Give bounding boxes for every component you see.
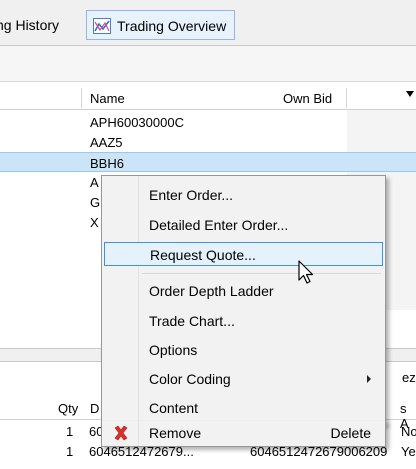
grid-header: Name Own Bid — [0, 86, 416, 110]
column-header-own-bid[interactable]: Own Bid — [283, 91, 332, 106]
menu-item-label: Remove — [149, 425, 202, 441]
context-menu-lower: Remove Delete — [101, 421, 386, 447]
menu-item-options[interactable]: Options — [104, 338, 383, 362]
tab-label: ng History — [0, 17, 60, 33]
menu-item-label: Trade Chart... — [149, 313, 235, 329]
tab-bar: ng History Trading Overview — [0, 0, 416, 46]
qty-cell: 1 — [66, 444, 74, 459]
submenu-arrow-icon — [367, 375, 371, 383]
menu-item-label: Color Coding — [149, 371, 231, 387]
menu-item-label: Content — [149, 400, 199, 416]
menu-item-label: Order Depth Ladder — [149, 283, 274, 299]
column-separator — [81, 88, 82, 108]
flag-cell: No — [401, 424, 416, 439]
instrument-name: X — [90, 215, 99, 230]
menu-item-order-depth-ladder[interactable]: Order Depth Ladder — [104, 279, 383, 303]
menu-item-color-coding[interactable]: Color Coding — [104, 367, 383, 391]
instrument-name: APH60030000C — [90, 115, 184, 130]
column-separator — [346, 88, 347, 108]
menu-item-remove[interactable]: Remove Delete — [104, 421, 383, 445]
context-menu: Enter Order... Detailed Enter Order... R… — [101, 175, 386, 425]
menu-item-shortcut: Delete — [330, 425, 371, 441]
menu-separator — [142, 273, 381, 274]
remove-x-icon — [114, 425, 128, 441]
menu-item-content[interactable]: Content — [104, 396, 383, 420]
menu-item-trade-chart[interactable]: Trade Chart... — [104, 309, 383, 333]
column-header-qty[interactable]: Qty — [58, 401, 78, 416]
menu-item-label: Detailed Enter Order... — [149, 217, 289, 233]
menu-item-request-quote[interactable]: Request Quote... — [104, 242, 383, 266]
flag-cell: Yes — [401, 444, 416, 459]
tab-trading-overview[interactable]: Trading Overview — [86, 10, 236, 40]
table-row[interactable]: AAZ5 — [0, 132, 416, 152]
instrument-name: AAZ5 — [90, 135, 123, 150]
tab-trading-history[interactable]: ng History — [0, 10, 65, 40]
qty-cell: 1 — [66, 424, 74, 439]
menu-item-label: Options — [149, 342, 198, 358]
toolbar-strip — [0, 46, 416, 82]
truncated-header-text: ez — [402, 370, 416, 385]
menu-item-detailed-enter-order[interactable]: Detailed Enter Order... — [104, 213, 383, 237]
menu-item-label: Enter Order... — [149, 187, 234, 203]
tab-label: Trading Overview — [117, 18, 227, 34]
table-row-selected[interactable]: BBH6 — [0, 152, 416, 172]
table-row[interactable]: APH60030000C — [0, 112, 416, 132]
instrument-name: A — [90, 175, 99, 190]
mouse-pointer-icon — [298, 260, 314, 284]
sort-descending-icon[interactable] — [406, 91, 414, 97]
column-header-d[interactable]: D — [90, 401, 99, 416]
column-header-name[interactable]: Name — [90, 91, 125, 106]
instrument-name: BBH6 — [90, 156, 124, 171]
menu-item-label: Request Quote... — [150, 247, 256, 263]
trading-overview-chart-icon — [93, 18, 111, 34]
menu-item-enter-order[interactable]: Enter Order... — [104, 183, 383, 207]
